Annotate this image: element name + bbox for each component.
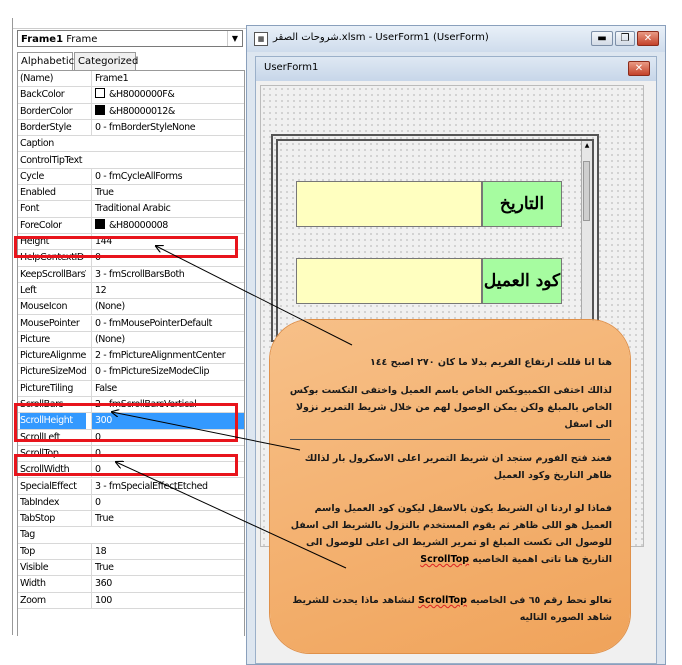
arrow-to-scrollbars (112, 412, 301, 451)
arrow-to-height (156, 246, 353, 346)
arrow-to-scrolltop (116, 462, 347, 569)
callout-arrows (0, 0, 353, 569)
